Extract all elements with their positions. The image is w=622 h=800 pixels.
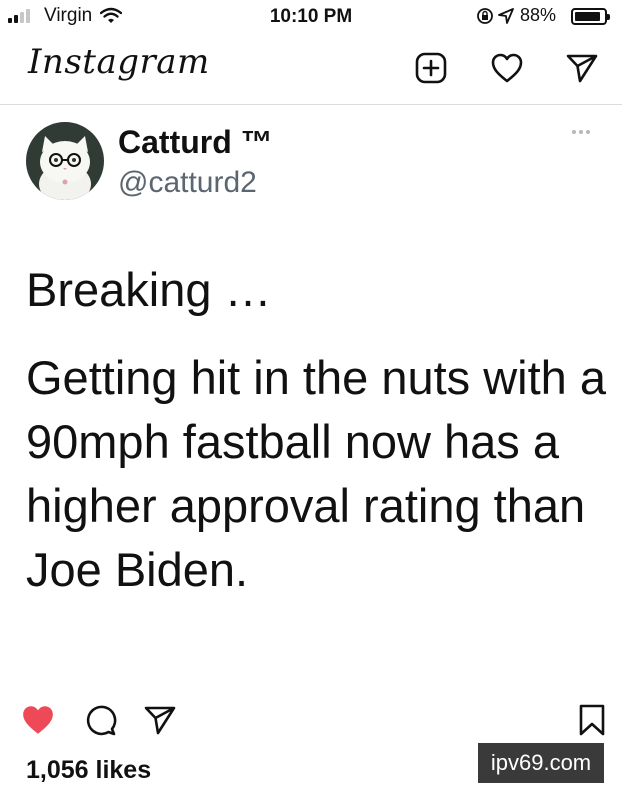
cat-avatar-image — [26, 122, 104, 200]
heart-filled-icon — [23, 706, 53, 734]
status-bar: Virgin 10:10 PM 88% — [0, 0, 622, 36]
new-post-button[interactable] — [413, 50, 449, 86]
display-name[interactable]: Catturd ™ — [118, 124, 273, 161]
more-options-icon[interactable] — [572, 130, 590, 134]
tweet-paragraph: Getting hit in the nuts with a 90mph fas… — [26, 351, 606, 596]
heart-icon — [491, 53, 523, 83]
header-divider — [0, 104, 622, 105]
location-icon — [498, 8, 514, 29]
save-button[interactable] — [572, 700, 612, 740]
bookmark-icon — [579, 704, 605, 736]
user-handle[interactable]: @catturd2 — [118, 166, 257, 200]
battery-fill — [575, 12, 600, 21]
like-button[interactable] — [18, 700, 58, 740]
instagram-logo: Instagram — [28, 42, 210, 82]
share-button[interactable] — [140, 700, 180, 740]
tweet-paragraph: Breaking … — [26, 263, 272, 316]
direct-messages-button[interactable] — [564, 50, 600, 86]
plus-square-icon — [415, 52, 447, 84]
comment-button[interactable] — [80, 700, 120, 740]
watermark: ipv69.com — [478, 743, 604, 783]
likes-count[interactable]: 1,056 likes — [26, 756, 151, 785]
app-header: Instagram — [0, 36, 622, 104]
activity-button[interactable] — [489, 50, 525, 86]
send-icon — [566, 54, 598, 83]
battery-percent: 88% — [520, 5, 557, 25]
tweet-text: Breaking … Getting hit in the nuts with … — [26, 258, 606, 626]
share-icon — [144, 706, 176, 735]
battery-icon — [571, 8, 610, 25]
avatar[interactable] — [26, 122, 104, 200]
comment-icon — [86, 705, 117, 736]
rotation-lock-icon — [476, 7, 494, 30]
